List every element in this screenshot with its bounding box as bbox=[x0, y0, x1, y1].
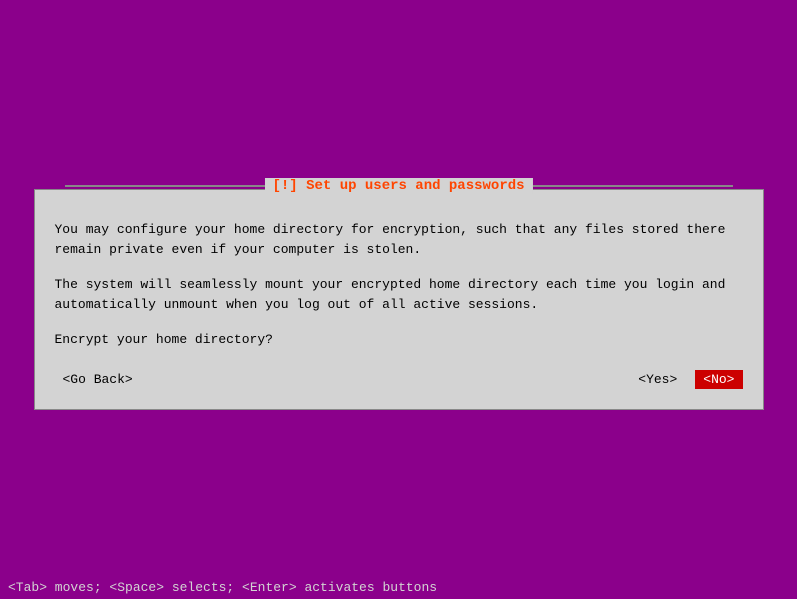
dialog-title: [!] Set up users and passwords bbox=[264, 178, 532, 194]
question-text: Encrypt your home directory? bbox=[55, 330, 743, 350]
paragraph-1: You may configure your home directory fo… bbox=[55, 220, 743, 259]
dialog-content: You may configure your home directory fo… bbox=[55, 220, 743, 350]
yes-button[interactable]: <Yes> bbox=[630, 370, 685, 389]
right-buttons: <Yes> <No> bbox=[630, 370, 742, 389]
no-button[interactable]: <No> bbox=[695, 370, 742, 389]
button-row: <Go Back> <Yes> <No> bbox=[55, 370, 743, 389]
go-back-button[interactable]: <Go Back> bbox=[55, 370, 141, 389]
title-bar: [!] Set up users and passwords bbox=[64, 178, 732, 194]
title-line-left bbox=[64, 185, 264, 187]
status-bar: <Tab> moves; <Space> selects; <Enter> ac… bbox=[0, 576, 797, 599]
paragraph-2: The system will seamlessly mount your en… bbox=[55, 275, 743, 314]
dialog: [!] Set up users and passwords You may c… bbox=[34, 189, 764, 410]
title-line-right bbox=[533, 185, 733, 187]
